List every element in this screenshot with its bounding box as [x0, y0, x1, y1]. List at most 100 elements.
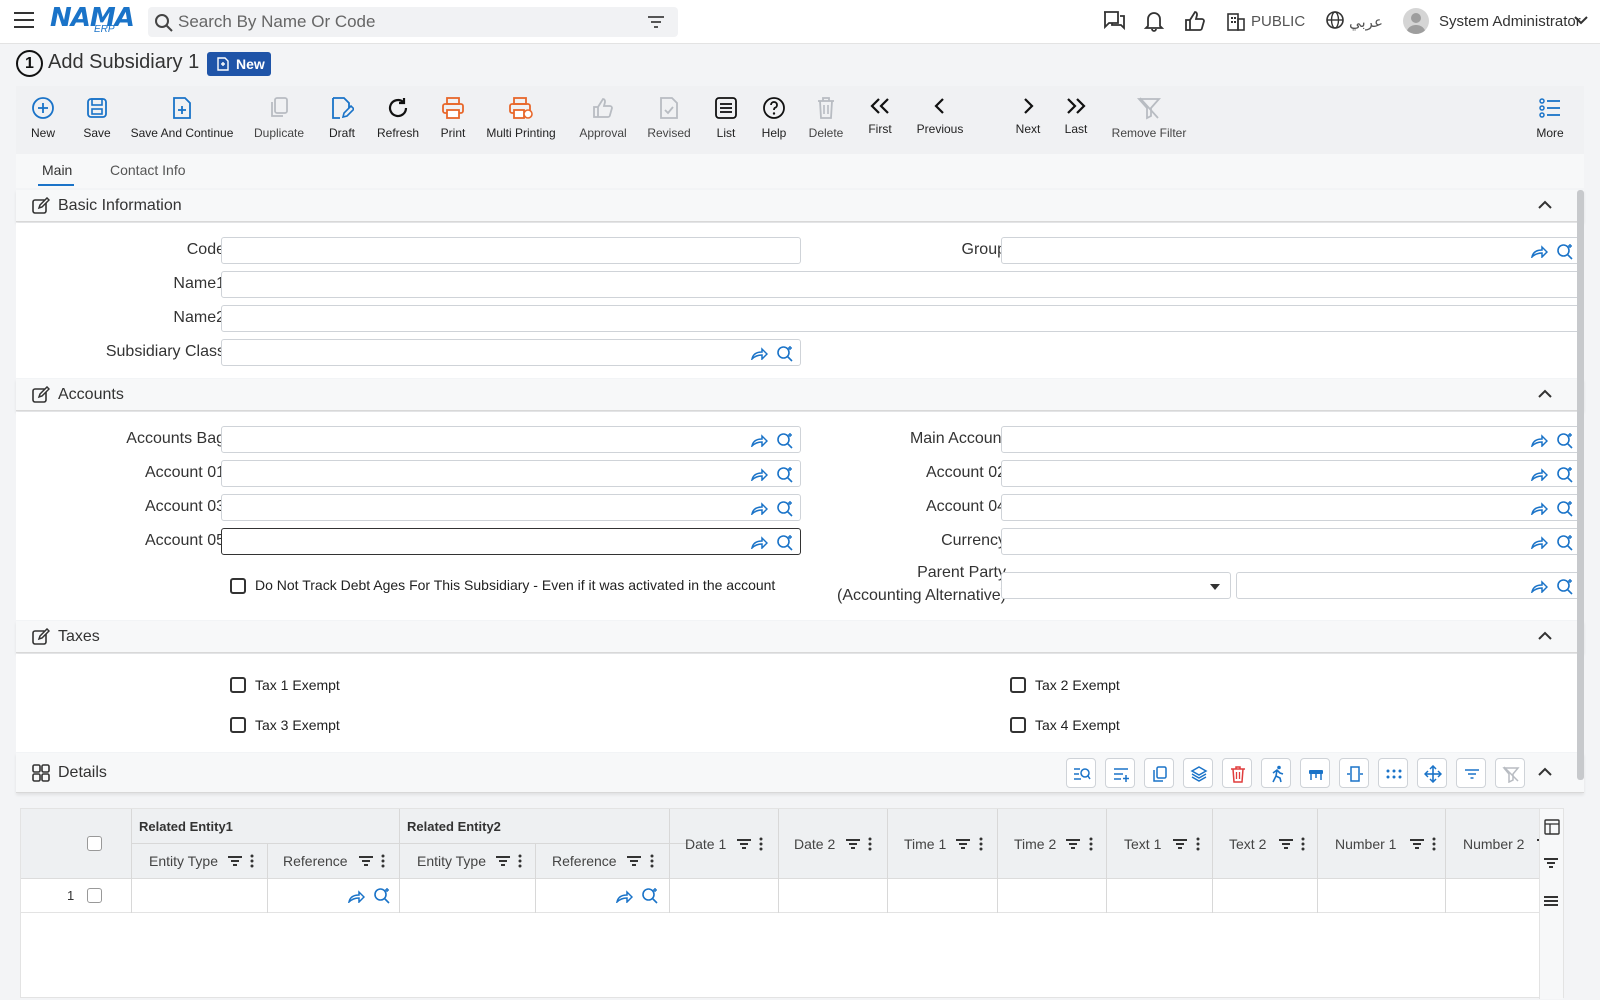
- add-row-button[interactable]: [1105, 758, 1135, 788]
- column-filter-icon[interactable]: [359, 855, 373, 867]
- search-plus-icon[interactable]: [373, 887, 391, 905]
- tab-contact-info[interactable]: Contact Info: [110, 162, 186, 178]
- col-date2[interactable]: Date 2: [794, 836, 835, 852]
- search-plus-icon[interactable]: [776, 345, 794, 363]
- table-row[interactable]: 1: [21, 879, 1555, 913]
- avatar[interactable]: [1403, 8, 1429, 34]
- col-entity-type-2[interactable]: Entity Type: [417, 853, 486, 869]
- run-button[interactable]: [1261, 758, 1291, 788]
- accounts-bag-field[interactable]: [221, 426, 801, 453]
- search-plus-icon[interactable]: [1556, 243, 1574, 261]
- menu-lines-icon[interactable]: [1544, 895, 1558, 907]
- tab-main[interactable]: Main: [42, 162, 72, 178]
- share-icon[interactable]: [750, 535, 768, 549]
- col-time2[interactable]: Time 2: [1014, 836, 1056, 852]
- nama-logo[interactable]: NAMA ERP: [50, 4, 135, 38]
- delete-button[interactable]: Delete: [800, 86, 852, 154]
- revised-button[interactable]: Revised: [638, 86, 700, 154]
- duplicate-button[interactable]: Duplicate: [242, 86, 316, 154]
- share-icon[interactable]: [1530, 535, 1548, 549]
- code-field[interactable]: [221, 237, 801, 264]
- delete-row-button[interactable]: [1222, 758, 1252, 788]
- draft-button[interactable]: Draft: [316, 86, 368, 154]
- previous-button[interactable]: Previous: [906, 86, 974, 154]
- section-accounts[interactable]: Accounts: [16, 379, 1584, 411]
- more-button[interactable]: More: [1526, 86, 1574, 154]
- grid-remove-filter-button[interactable]: [1495, 758, 1525, 788]
- last-button[interactable]: Last: [1054, 86, 1098, 154]
- account-05-field[interactable]: [221, 528, 801, 555]
- next-button[interactable]: Next: [1006, 86, 1050, 154]
- share-icon[interactable]: [750, 433, 768, 447]
- column-menu-icon[interactable]: [1432, 837, 1436, 851]
- search-plus-icon[interactable]: [1556, 578, 1574, 596]
- col-number1[interactable]: Number 1: [1335, 836, 1396, 852]
- save-button[interactable]: Save: [70, 86, 124, 154]
- tax4-exempt-checkbox[interactable]: [1010, 717, 1026, 733]
- row-checkbox[interactable]: [87, 888, 102, 903]
- multi-printing-button[interactable]: Multi Printing: [478, 86, 564, 154]
- tax3-exempt-checkbox[interactable]: [230, 717, 246, 733]
- search-plus-icon[interactable]: [1556, 500, 1574, 518]
- col-reference-2[interactable]: Reference: [552, 853, 617, 869]
- share-icon[interactable]: [750, 346, 768, 360]
- column-menu-icon[interactable]: [868, 837, 872, 851]
- column-filter-icon[interactable]: [228, 855, 242, 867]
- search-plus-icon[interactable]: [1556, 432, 1574, 450]
- column-filter-icon[interactable]: [1173, 838, 1187, 850]
- search-plus-icon[interactable]: [1556, 534, 1574, 552]
- layers-button[interactable]: [1183, 758, 1213, 788]
- chevron-up-icon[interactable]: [1538, 767, 1552, 777]
- grid-filter-button[interactable]: [1456, 758, 1486, 788]
- column-filter-icon[interactable]: [846, 838, 860, 850]
- columns-fit-button[interactable]: [1339, 758, 1369, 788]
- search-plus-icon[interactable]: [776, 432, 794, 450]
- col-text1[interactable]: Text 1: [1124, 836, 1161, 852]
- column-filter-icon[interactable]: [1279, 838, 1293, 850]
- globe-icon[interactable]: [1325, 10, 1345, 30]
- share-icon[interactable]: [1530, 433, 1548, 447]
- approval-button[interactable]: Approval: [572, 86, 634, 154]
- column-filter-icon[interactable]: [956, 838, 970, 850]
- account-02-field[interactable]: [1001, 460, 1581, 487]
- column-filter-icon[interactable]: [496, 855, 510, 867]
- search-plus-icon[interactable]: [776, 466, 794, 484]
- share-icon[interactable]: [615, 889, 633, 903]
- chevron-up-icon[interactable]: [1538, 389, 1552, 399]
- filter-icon[interactable]: [648, 15, 664, 29]
- user-name[interactable]: System Administrator: [1439, 13, 1581, 30]
- share-icon[interactable]: [347, 889, 365, 903]
- col-time1[interactable]: Time 1: [904, 836, 946, 852]
- account-03-field[interactable]: [221, 494, 801, 521]
- table-settings-button[interactable]: [1300, 758, 1330, 788]
- copy-row-button[interactable]: [1144, 758, 1174, 788]
- col-entity-type-1[interactable]: Entity Type: [149, 853, 218, 869]
- column-menu-icon[interactable]: [979, 837, 983, 851]
- bell-icon[interactable]: [1143, 10, 1165, 32]
- col-date1[interactable]: Date 1: [685, 836, 726, 852]
- share-icon[interactable]: [750, 467, 768, 481]
- remove-filter-button[interactable]: Remove Filter: [1104, 86, 1194, 154]
- menu-icon[interactable]: [14, 11, 34, 29]
- column-filter-icon[interactable]: [627, 855, 641, 867]
- chat-icon[interactable]: [1102, 10, 1126, 32]
- grid-search-button[interactable]: [1066, 758, 1096, 788]
- search-plus-icon[interactable]: [776, 534, 794, 552]
- chevron-up-icon[interactable]: [1538, 631, 1552, 641]
- table-icon[interactable]: [1544, 819, 1560, 835]
- column-filter-icon[interactable]: [737, 838, 751, 850]
- search-plus-icon[interactable]: [776, 500, 794, 518]
- filter-icon[interactable]: [1544, 857, 1558, 869]
- col-number2[interactable]: Number 2: [1463, 836, 1524, 852]
- parent-party-field[interactable]: [1236, 572, 1581, 599]
- section-details[interactable]: Details: [16, 753, 1584, 793]
- col-text2[interactable]: Text 2: [1229, 836, 1266, 852]
- column-menu-icon[interactable]: [759, 837, 763, 851]
- language-switch[interactable]: عربي: [1349, 13, 1383, 31]
- section-basic-information[interactable]: Basic Information: [16, 190, 1584, 222]
- select-all-checkbox[interactable]: [87, 836, 102, 851]
- tax2-exempt-checkbox[interactable]: [1010, 677, 1026, 693]
- share-icon[interactable]: [750, 501, 768, 515]
- column-filter-icon[interactable]: [1410, 838, 1424, 850]
- name1-field[interactable]: [221, 271, 1581, 298]
